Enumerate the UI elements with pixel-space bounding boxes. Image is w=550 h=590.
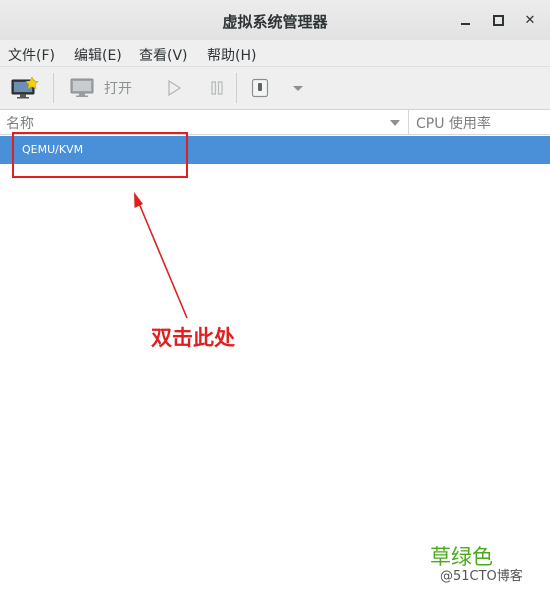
watermark-site-text: @51CTO博客 [440,569,523,584]
annotation-text: 双击此处 [151,325,235,350]
annotation-arrow [134,192,188,319]
